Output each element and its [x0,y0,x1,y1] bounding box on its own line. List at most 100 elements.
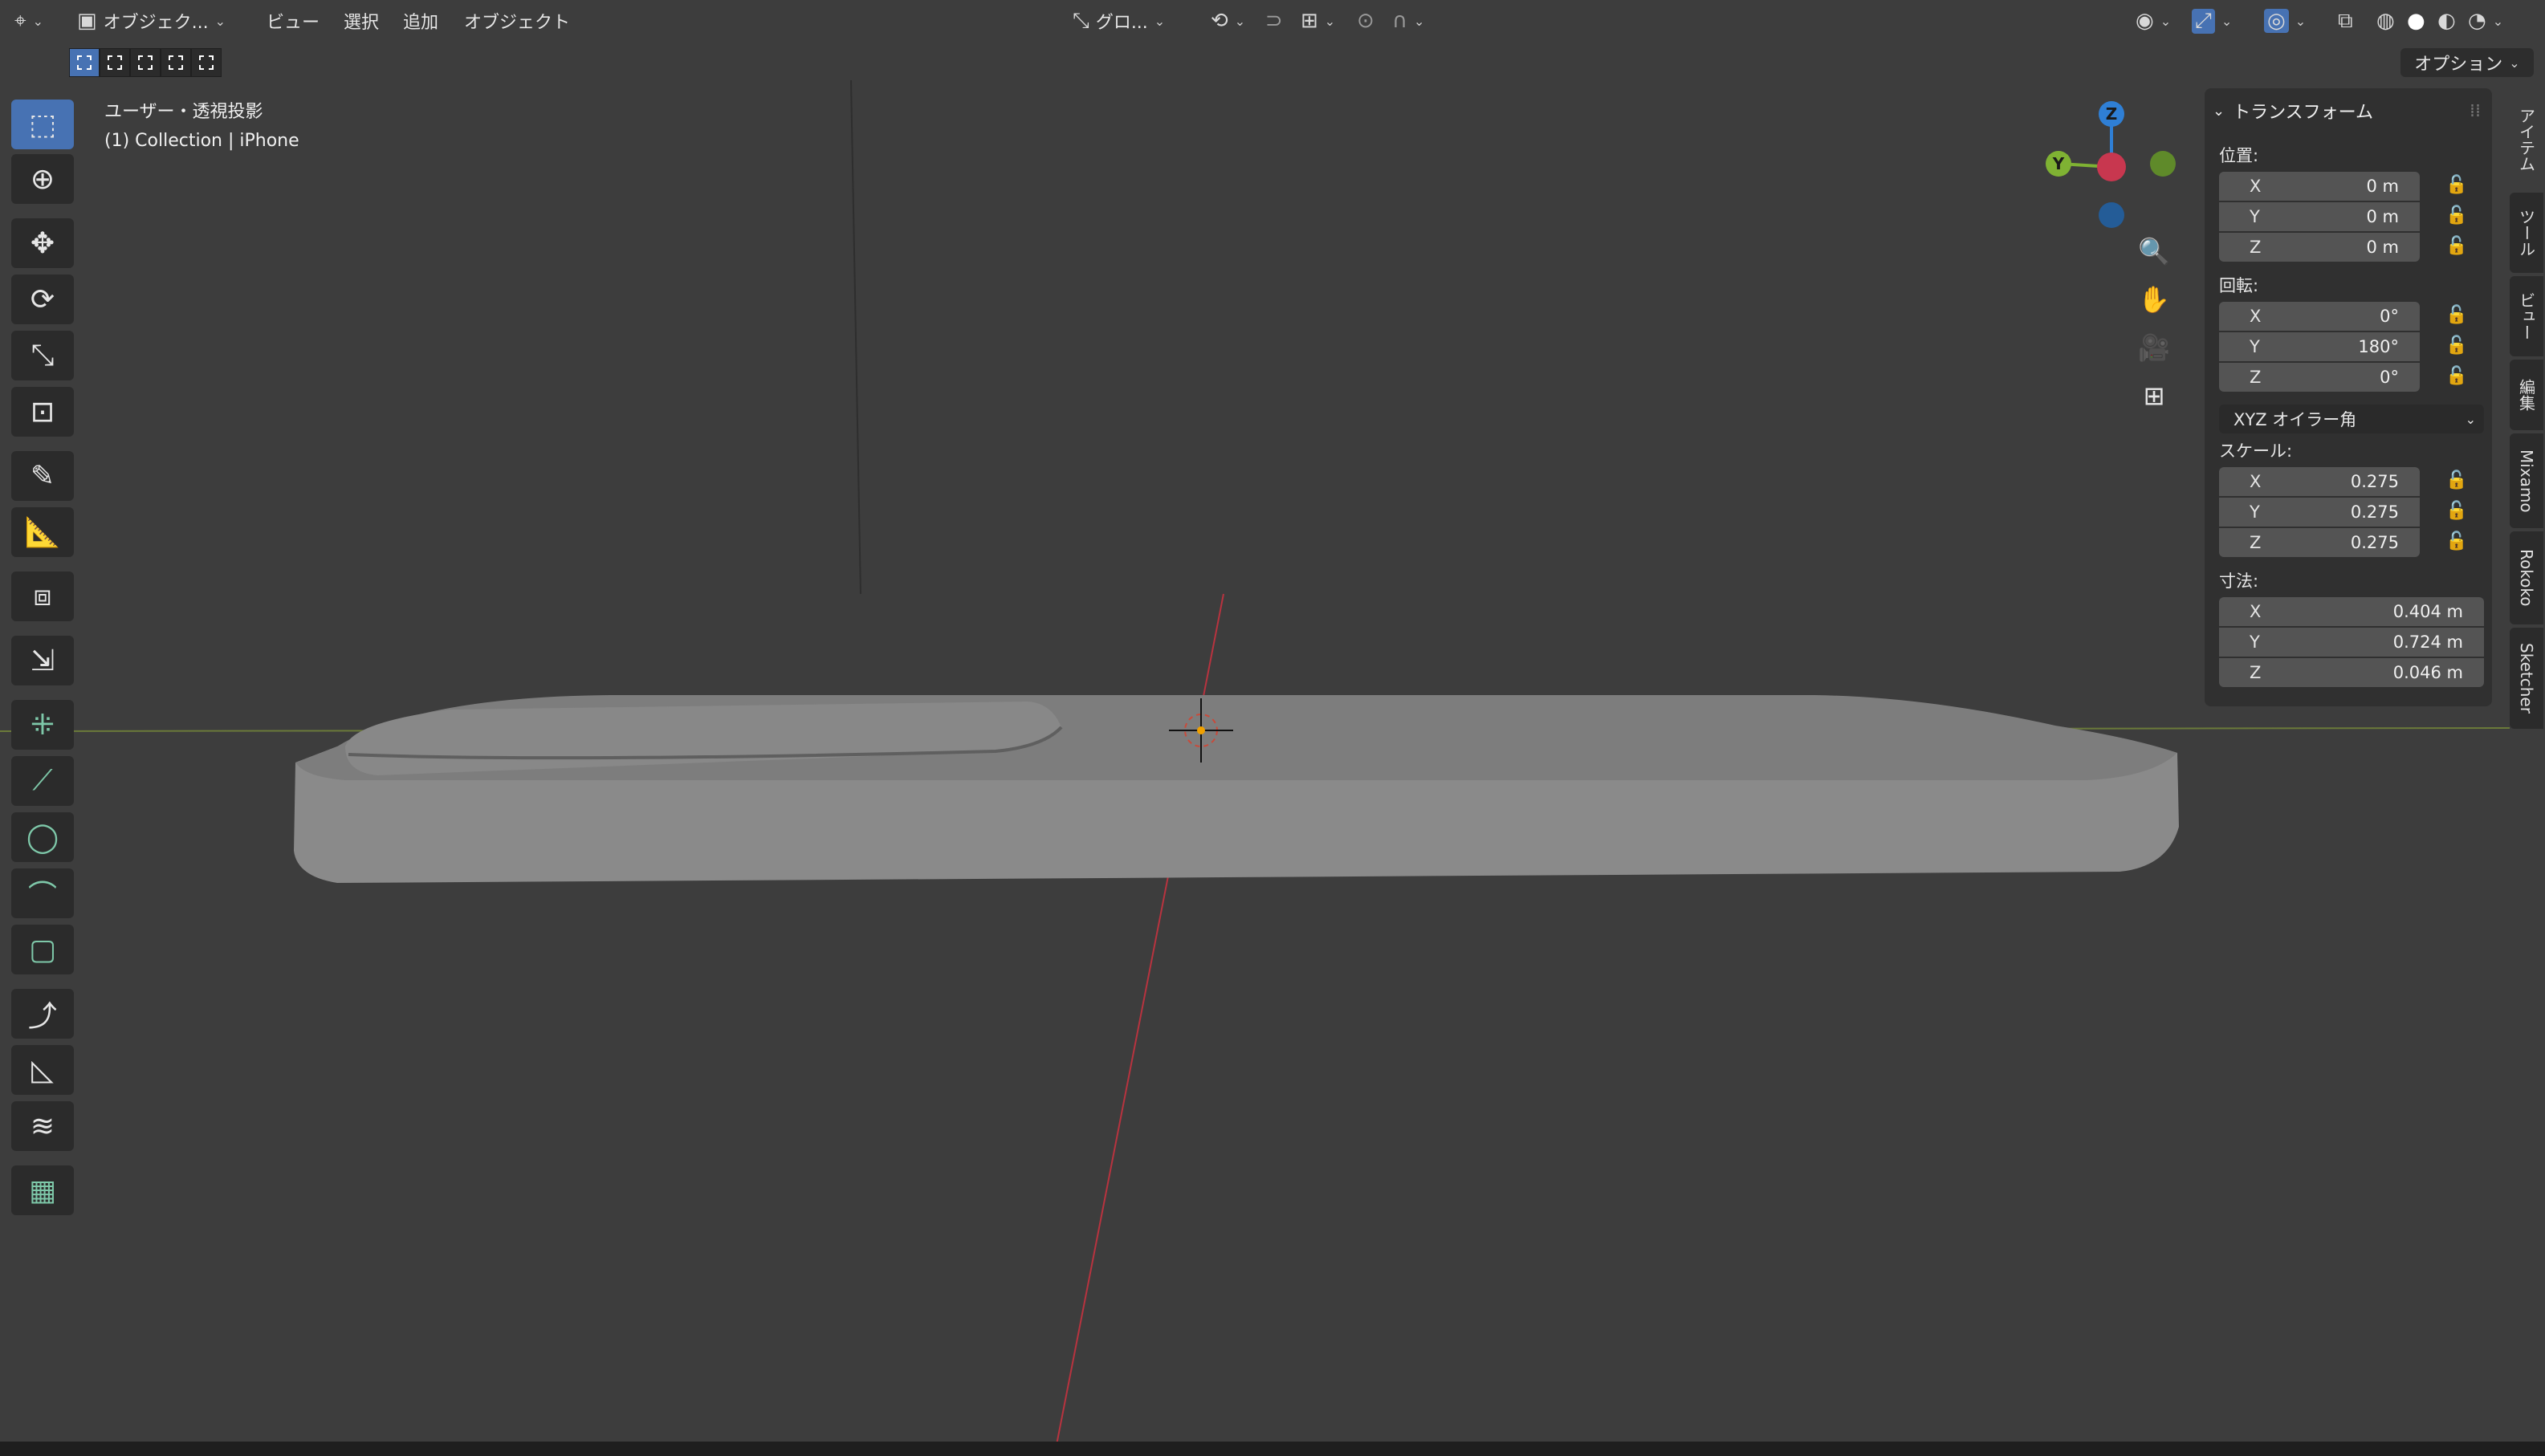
tool-add-cube[interactable]: ⧈ [11,571,74,621]
camera-icon: 🎥 [2138,332,2170,363]
lock-icon[interactable]: 🔓 [2445,236,2467,256]
tool-select-box[interactable]: ⬚ [11,100,74,149]
tab-mixamo[interactable]: Mixamo [2510,433,2543,528]
lock-icon[interactable]: 🔓 [2445,305,2467,325]
tool-cursor[interactable]: ⊕ [11,154,74,204]
tool-knife[interactable]: ⤴ [11,989,74,1039]
snap-toggle[interactable]: ⊃ [1265,5,1283,37]
gizmo-y-label: Y [2052,154,2065,173]
falloff-icon: ∩ [1392,9,1408,33]
gizmo-z-label: Z [2105,104,2118,124]
tool-extrude[interactable]: ⇲ [11,636,74,685]
gizmo-z[interactable]: Z [2099,101,2124,127]
chevron-down-icon: ⌄ [2221,13,2233,29]
tool-add-plane[interactable]: ▢ [11,925,74,974]
tab-rokoko[interactable]: Rokoko [2510,531,2543,624]
pan-button[interactable]: ✋ [2132,278,2176,321]
lock-icon[interactable]: 🔓 [2445,205,2467,226]
options-button[interactable]: オプション ⌄ [2400,48,2534,77]
tab-tool[interactable]: ツール [2510,193,2543,273]
gizmo-neg-z[interactable] [2099,202,2124,228]
field-value: 0 m [2366,177,2400,196]
select-extend-button[interactable] [100,48,130,77]
menu-select[interactable]: 選択 [344,5,379,37]
transform-panel-header[interactable]: ⌄ トランスフォーム ⁞⁞ [2213,93,2486,128]
rotation-x-field[interactable]: X 0° [2219,302,2420,331]
tool-add-vertex[interactable]: ⁜ [11,700,74,750]
lock-icon[interactable]: 🔓 [2445,366,2467,386]
scale-y-field[interactable]: Y 0.275 [2219,498,2420,527]
camera-view-button[interactable]: 🎥 [2132,326,2176,369]
3d-viewport[interactable]: ⌖ ⌄ ▣ オブジェク... ⌄ ビュー 選択 追加 オブジェクト ⤡ グロ...… [0,0,2545,1456]
rotation-y-field[interactable]: Y 180° [2219,332,2420,361]
shading-material[interactable]: ◐ [2437,5,2456,37]
menu-add[interactable]: 追加 [403,5,438,37]
location-z-field[interactable]: Z 0 m [2219,233,2420,262]
lock-icon[interactable]: 🔓 [2445,531,2467,551]
tool-add-curve[interactable]: ⌒ [11,868,74,918]
location-y-field[interactable]: Y 0 m [2219,202,2420,231]
knife-icon: ⤴ [27,1000,57,1033]
gizmo-y[interactable]: Y [2046,151,2071,177]
dimension-z-field[interactable]: Z 0.046 m [2219,658,2484,687]
tab-view[interactable]: ビュー [2510,276,2543,356]
tool-bisect[interactable]: ◺ [11,1045,74,1095]
tool-annotate[interactable]: ✎ [11,451,74,501]
shading-rendered[interactable]: ◔ ⌄ [2468,5,2503,37]
tab-edit[interactable]: 編集 [2510,360,2543,430]
gizmo-neg-y[interactable] [2150,151,2176,177]
lock-icon[interactable]: 🔓 [2445,470,2467,490]
xray-toggle[interactable]: ⧉ [2338,5,2353,37]
editor-type-button[interactable]: ⌖ ⌄ [14,5,43,37]
scale-x-field[interactable]: X 0.275 [2219,467,2420,496]
lock-icon[interactable]: 🔓 [2445,175,2467,195]
tool-measure[interactable]: 📐 [11,507,74,557]
tool-scale[interactable]: ⤡ [11,331,74,380]
shading-solid[interactable]: ● [2407,5,2425,37]
zoom-button[interactable]: 🔍 [2132,230,2176,273]
tool-spin[interactable]: ≋ [11,1101,74,1151]
tool-grid[interactable]: ▦ [11,1165,74,1215]
gizmo-toggle[interactable]: ⤢ ⌄ [2192,5,2232,37]
transform-orientation-selector[interactable]: ⤡ グロ... ⌄ [1073,5,1165,37]
gizmo-x[interactable] [2097,153,2126,181]
add-circle-icon: ◯ [26,820,59,854]
overlay-toggle[interactable]: ◎ ⌄ [2264,5,2306,37]
grid-perspective-icon: ⊞ [2143,380,2165,411]
tab-label: アイテム [2516,108,2536,172]
dimension-x-field[interactable]: X 0.404 m [2219,597,2484,626]
lock-icon[interactable]: 🔓 [2445,336,2467,356]
visibility-button[interactable]: ◉ ⌄ [2136,5,2171,37]
select-subtract-button[interactable] [130,48,161,77]
tab-sketcher[interactable]: Sketcher [2510,628,2543,729]
tool-add-circle[interactable]: ◯ [11,812,74,862]
tool-add-edge[interactable]: ⟋ [11,756,74,806]
select-invert-icon [169,55,183,70]
menu-object[interactable]: オブジェクト [464,5,570,37]
drag-handle-icon[interactable]: ⁞⁞ [2470,101,2481,121]
perspective-toggle[interactable]: ⊞ [2132,374,2176,417]
add-cube-icon: ⧈ [33,580,52,612]
grid-icon: ▦ [28,1173,56,1207]
rotation-z-field[interactable]: Z 0° [2219,363,2420,392]
pivot-point-button[interactable]: ⟲ ⌄ [1211,5,1245,37]
dimension-y-field[interactable]: Y 0.724 m [2219,628,2484,657]
snap-target-button[interactable]: ⊞ ⌄ [1301,5,1335,37]
location-x-field[interactable]: X 0 m [2219,172,2420,201]
lock-icon[interactable]: 🔓 [2445,501,2467,521]
mode-label: オブジェク... [103,13,209,33]
select-invert-button[interactable] [161,48,191,77]
tool-move[interactable]: ✥ [11,218,74,268]
tool-rotate[interactable]: ⟳ [11,275,74,324]
proportional-edit-toggle[interactable]: ⊙ [1357,5,1374,37]
select-new-button[interactable] [69,48,100,77]
mode-selector[interactable]: ▣ オブジェク... ⌄ [77,5,226,37]
select-intersect-button[interactable] [191,48,222,77]
tool-transform[interactable]: ⊡ [11,387,74,437]
shading-wireframe[interactable]: ◍ [2376,5,2395,37]
rotation-mode-dropdown[interactable]: XYZ オイラー角 ⌄ [2219,405,2484,433]
menu-view[interactable]: ビュー [267,5,320,37]
scale-z-field[interactable]: Z 0.275 [2219,528,2420,557]
falloff-button[interactable]: ∩ ⌄ [1392,5,1424,37]
tab-item[interactable]: アイテム [2510,90,2543,189]
